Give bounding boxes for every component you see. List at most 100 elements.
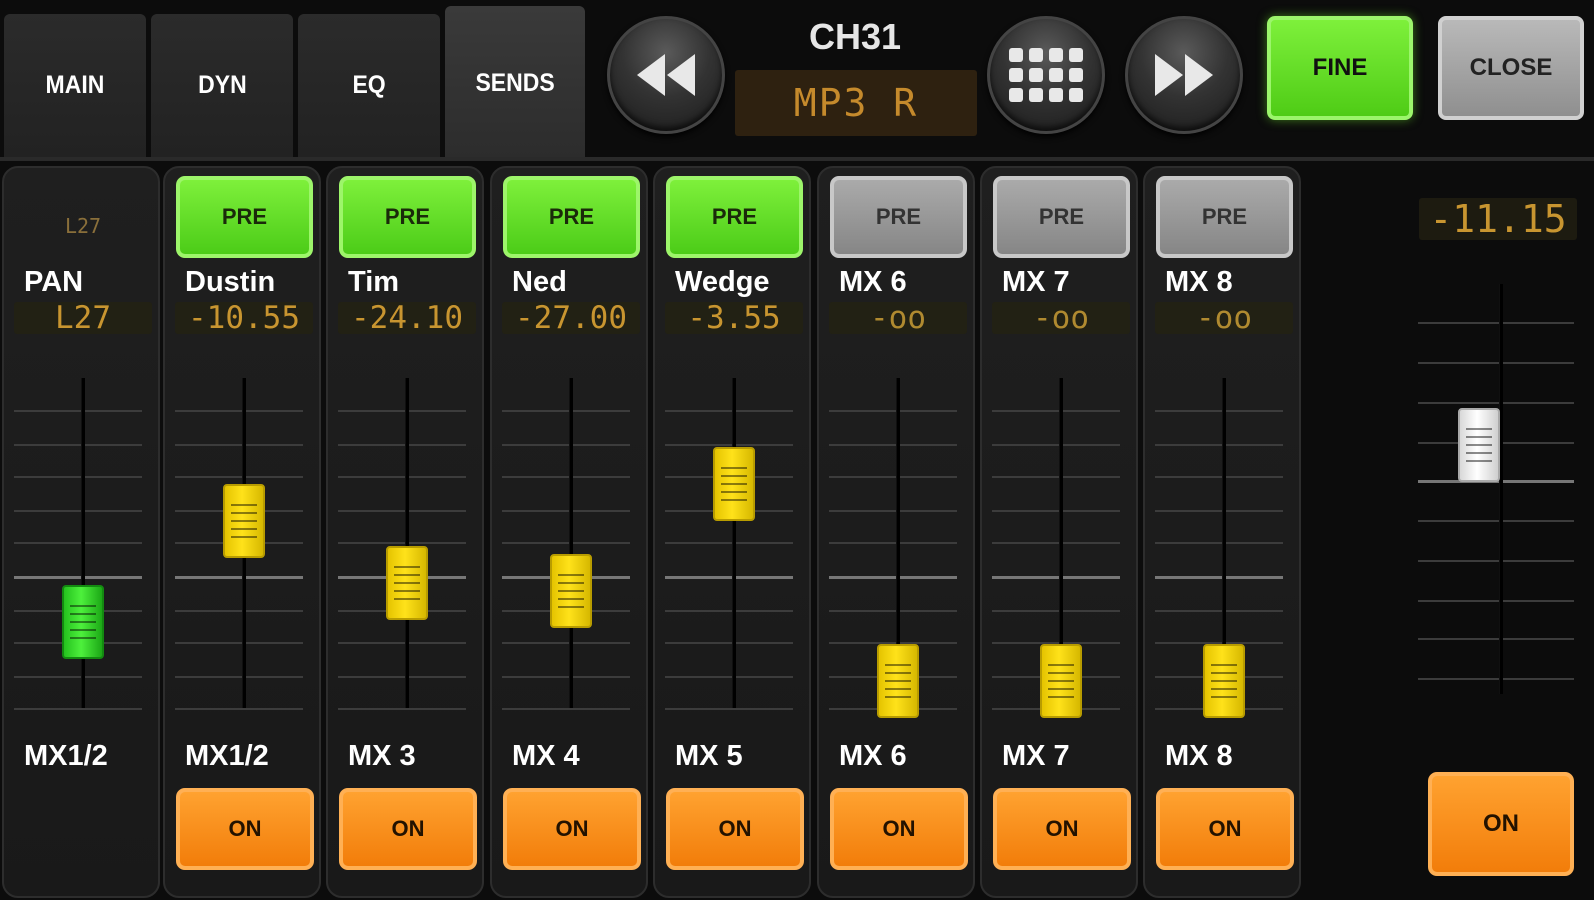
master-on-button[interactable]: ON [1428, 772, 1574, 876]
pre-button[interactable]: PRE [339, 176, 476, 258]
send-bus-label: MX 3 [348, 740, 416, 772]
fader-scale-mark [502, 444, 630, 446]
fader-scale-mark [829, 576, 957, 579]
fader-scale-mark [1418, 600, 1574, 602]
send-on-button[interactable]: ON [503, 788, 641, 870]
tab-sends-label: SENDS [475, 68, 555, 97]
rewind-icon [637, 54, 695, 96]
fader-scale-mark [502, 542, 630, 544]
fader-scale-mark [665, 610, 793, 612]
send-fader-knob[interactable] [1040, 644, 1082, 718]
pre-button[interactable]: PRE [1156, 176, 1293, 258]
fader-scale-mark [338, 676, 466, 678]
send-on-button[interactable]: ON [176, 788, 314, 870]
send-level-value[interactable]: -oo [992, 302, 1130, 334]
fader-scale-mark [829, 410, 957, 412]
master-fader-knob[interactable] [1458, 408, 1500, 482]
master-send-value[interactable]: -11.15 [1419, 198, 1577, 240]
tab-eq[interactable]: EQ [298, 14, 440, 157]
fader-scale-mark [829, 610, 957, 612]
fader-scale-mark [502, 676, 630, 678]
fader-track [732, 378, 736, 708]
send-fader-knob[interactable] [877, 644, 919, 718]
send-fader[interactable] [829, 378, 967, 718]
send-fader-knob[interactable] [1203, 644, 1245, 718]
pre-button[interactable]: PRE [503, 176, 640, 258]
fader-scale-mark [1155, 444, 1283, 446]
send-on-button[interactable]: ON [993, 788, 1131, 870]
send-fader[interactable] [175, 378, 313, 718]
master-fader[interactable] [1418, 284, 1574, 694]
fader-scale-mark [502, 642, 630, 644]
fader-scale-mark [1155, 476, 1283, 478]
send-level-value[interactable]: -24.10 [338, 302, 476, 334]
send-fader-knob[interactable] [223, 484, 265, 558]
fader-scale-mark [14, 410, 142, 412]
fader-scale-mark [338, 410, 466, 412]
fader-scale-mark [1418, 520, 1574, 522]
send-name: Dustin [185, 266, 276, 298]
tab-dyn-label: DYN [197, 71, 247, 99]
send-fader-knob[interactable] [550, 554, 592, 628]
send-strip: PRE MX 6 -oo MX 6 ON [817, 166, 975, 898]
tab-dyn[interactable]: DYN [151, 14, 293, 157]
next-channel-button[interactable] [1125, 16, 1243, 134]
pan-fader[interactable] [14, 378, 152, 718]
fader-scale-mark [175, 576, 303, 579]
fader-scale-mark [992, 410, 1120, 412]
send-level-value[interactable]: -oo [1155, 302, 1293, 334]
send-fader-knob[interactable] [386, 546, 428, 620]
fader-scale-mark [829, 476, 957, 478]
fader-scale-mark [992, 510, 1120, 512]
fader-scale-mark [175, 610, 303, 612]
send-on-button[interactable]: ON [1156, 788, 1294, 870]
header-divider [0, 157, 1594, 161]
send-on-button[interactable]: ON [339, 788, 477, 870]
tab-main-label: MAIN [45, 71, 105, 99]
fader-scale-mark [1155, 542, 1283, 544]
fast-forward-icon [1155, 54, 1213, 96]
fader-scale-mark [1418, 402, 1574, 404]
pan-bus-label: MX1/2 [24, 740, 108, 772]
fader-scale-mark [14, 542, 142, 544]
fader-track [569, 378, 573, 708]
fader-scale-mark [338, 642, 466, 644]
pre-button[interactable]: PRE [830, 176, 967, 258]
fader-scale-mark [502, 708, 630, 710]
send-level-value[interactable]: -27.00 [502, 302, 640, 334]
fine-button[interactable]: FINE [1267, 16, 1413, 120]
pre-button[interactable]: PRE [666, 176, 803, 258]
send-bus-label: MX 4 [512, 740, 580, 772]
send-fader[interactable] [502, 378, 640, 718]
fader-scale-mark [829, 542, 957, 544]
pan-value[interactable]: L27 [14, 302, 152, 334]
send-bus-label: MX1/2 [185, 740, 269, 772]
send-level-value[interactable]: -3.55 [665, 302, 803, 334]
close-button[interactable]: CLOSE [1438, 16, 1584, 120]
pre-button[interactable]: PRE [176, 176, 313, 258]
send-fader-knob[interactable] [713, 447, 755, 521]
send-fader[interactable] [1155, 378, 1293, 718]
fader-scale-mark [992, 444, 1120, 446]
fader-scale-mark [502, 410, 630, 412]
previous-channel-button[interactable] [607, 16, 725, 134]
tab-main[interactable]: MAIN [4, 14, 146, 157]
pre-button[interactable]: PRE [993, 176, 1130, 258]
channel-select-button[interactable] [987, 16, 1105, 134]
fader-scale-mark [175, 444, 303, 446]
send-on-button[interactable]: ON [830, 788, 968, 870]
send-on-button[interactable]: ON [666, 788, 804, 870]
send-fader[interactable] [992, 378, 1130, 718]
fader-scale-mark [175, 476, 303, 478]
send-fader[interactable] [665, 378, 803, 718]
grid-icon [1009, 48, 1083, 102]
send-bus-label: MX 5 [675, 740, 743, 772]
send-strip: PRE MX 7 -oo MX 7 ON [980, 166, 1138, 898]
fader-scale-mark [1155, 510, 1283, 512]
send-level-value[interactable]: -10.55 [175, 302, 313, 334]
send-fader[interactable] [338, 378, 476, 718]
tab-sends[interactable]: SENDS [445, 6, 585, 160]
fader-scale-mark [14, 476, 142, 478]
send-level-value[interactable]: -oo [829, 302, 967, 334]
pan-fader-knob[interactable] [62, 585, 104, 659]
